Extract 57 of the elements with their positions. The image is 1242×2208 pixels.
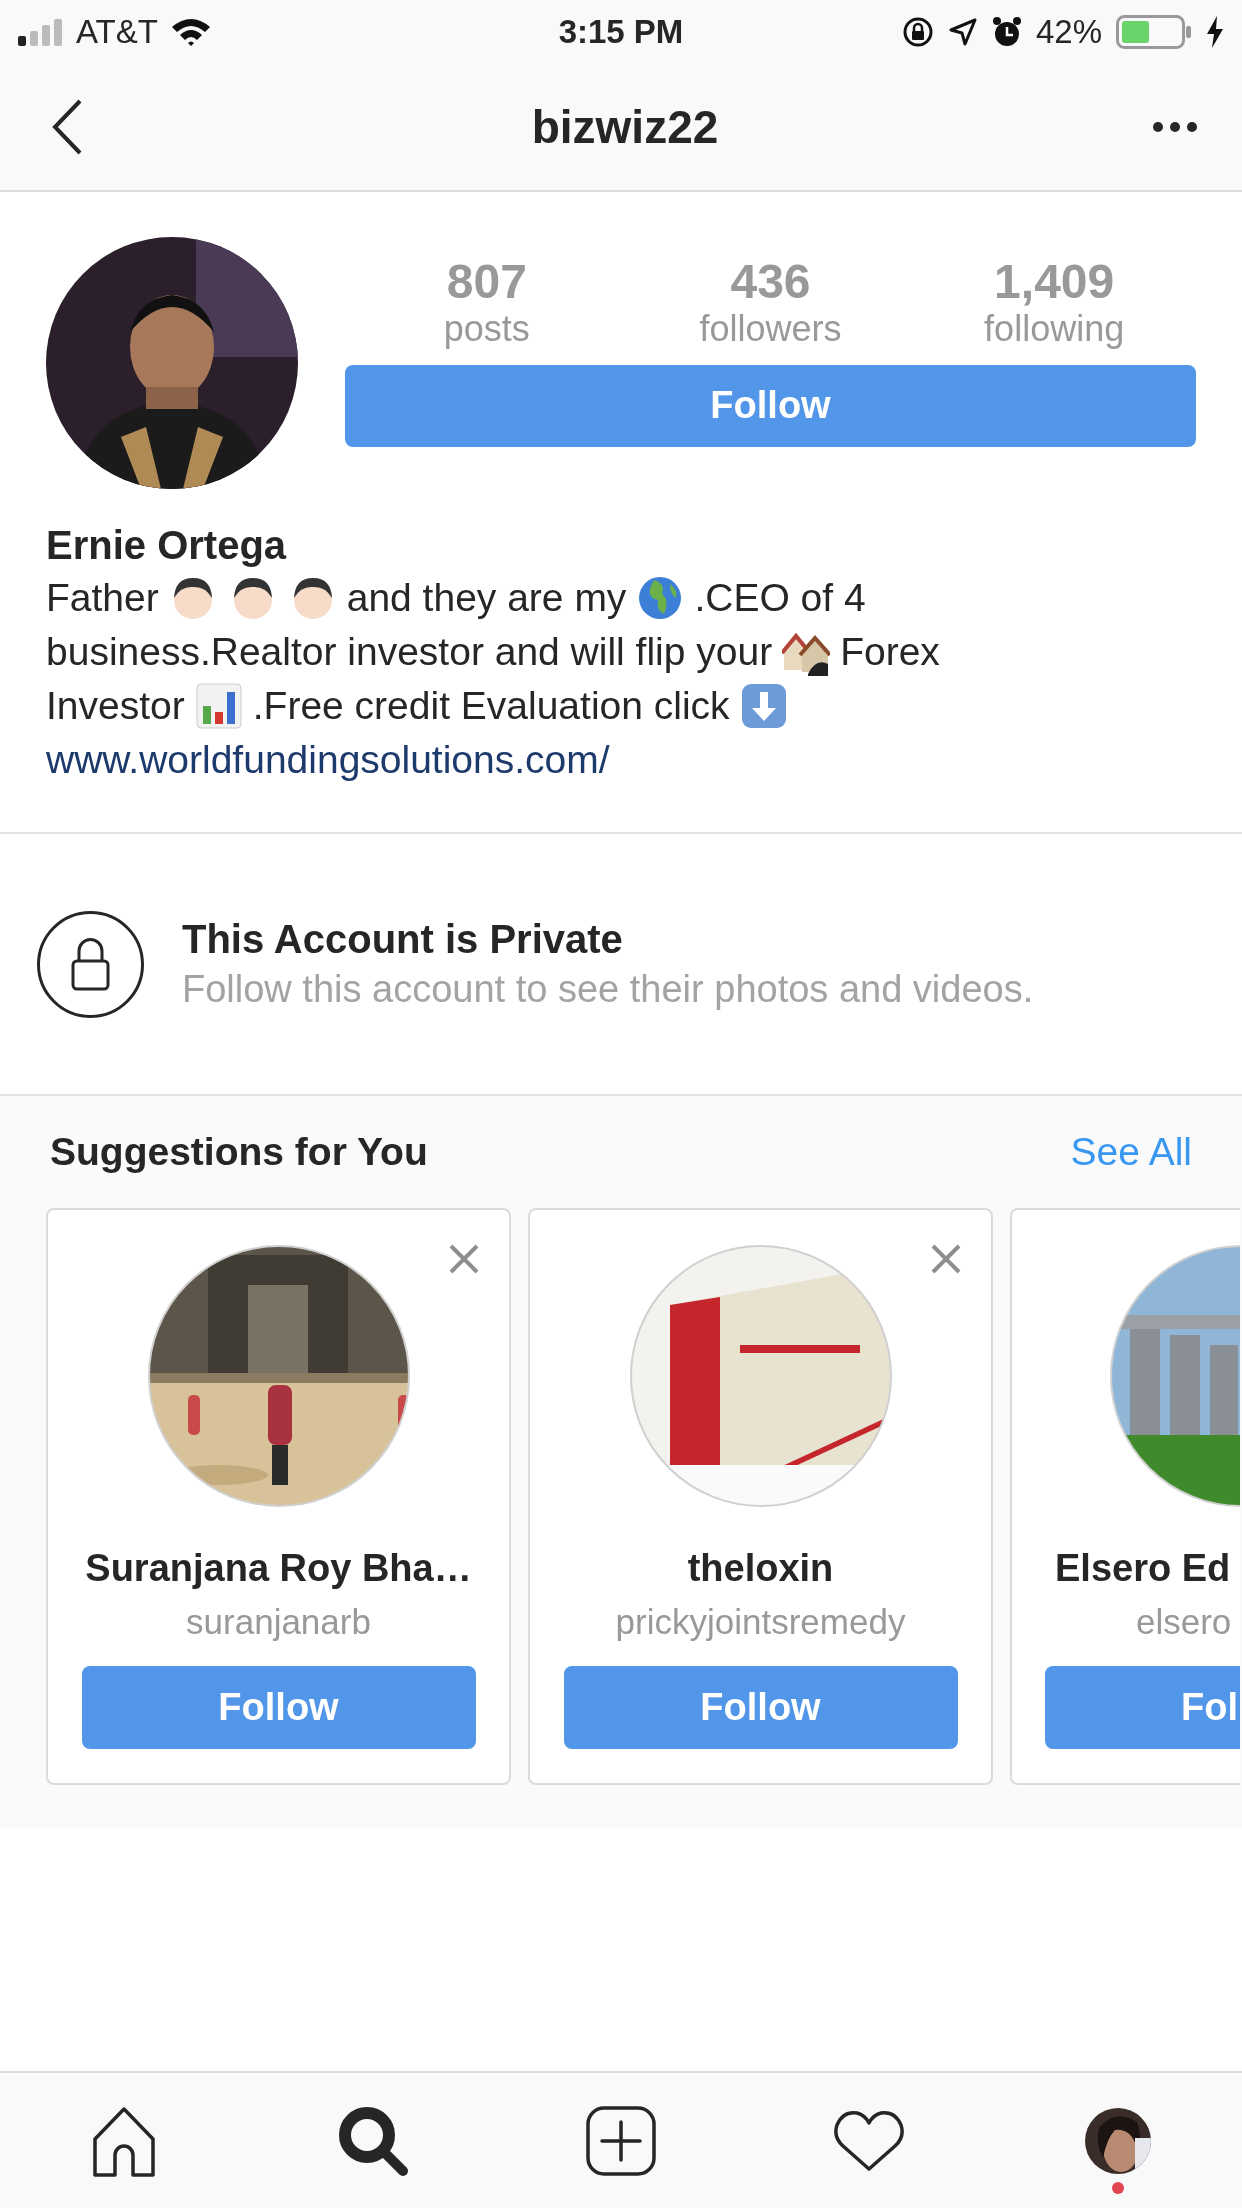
follow-button[interactable]: Fol bbox=[1045, 1666, 1240, 1749]
suggestion-name: Suranjana Roy Bha… bbox=[85, 1546, 472, 1591]
down-arrow-emoji-icon bbox=[739, 682, 788, 730]
section-title: Suggestions for You bbox=[50, 1128, 428, 1175]
back-button[interactable] bbox=[52, 99, 82, 155]
profile-username: bizwiz22 bbox=[531, 99, 719, 155]
follow-button[interactable]: Follow bbox=[81, 1666, 476, 1749]
suggestion-username: suranjanarb bbox=[186, 1601, 371, 1643]
carrier-name: AT&T bbox=[76, 12, 158, 53]
suggestion-username: elsero bbox=[1136, 1601, 1232, 1643]
more-button[interactable] bbox=[1152, 121, 1198, 133]
bar-chart-emoji-icon bbox=[194, 682, 243, 730]
rotation-lock-icon bbox=[901, 16, 934, 48]
home-tab[interactable] bbox=[91, 2104, 158, 2177]
status-time: 3:15 PM bbox=[558, 12, 684, 53]
dismiss-button[interactable] bbox=[929, 1242, 963, 1276]
suggestion-username: prickyjointsremedy bbox=[615, 1601, 906, 1643]
suggestion-name: Elsero Ed bbox=[1055, 1546, 1231, 1591]
bio-text: Father bbox=[46, 575, 159, 621]
add-post-icon bbox=[586, 2105, 656, 2176]
back-icon bbox=[52, 99, 82, 155]
battery-percent: 42% bbox=[1035, 12, 1102, 53]
charging-icon bbox=[1206, 16, 1224, 48]
follow-button[interactable]: Follow bbox=[345, 364, 1196, 447]
stat-label: posts bbox=[442, 307, 531, 351]
private-title: This Account is Private bbox=[182, 916, 624, 963]
bio-text: .Free credit Evaluation click bbox=[252, 683, 730, 729]
battery-icon bbox=[1116, 15, 1192, 49]
more-icon bbox=[1152, 121, 1198, 133]
lock-icon bbox=[37, 910, 144, 1018]
stat-count: 1,409 bbox=[993, 257, 1116, 308]
alarm-icon bbox=[991, 16, 1022, 48]
location-icon bbox=[947, 17, 978, 47]
full-name: Ernie Ortega bbox=[46, 522, 288, 569]
close-icon bbox=[447, 1242, 481, 1276]
bio-text: business.Realtor investor and will flip your bbox=[46, 629, 773, 675]
search-tab[interactable] bbox=[336, 2104, 409, 2177]
bio-text: Investor bbox=[46, 683, 185, 729]
see-all-link[interactable]: See All bbox=[1070, 1122, 1192, 1182]
activity-tab[interactable] bbox=[833, 2108, 906, 2173]
stat-count: 807 bbox=[445, 257, 528, 308]
bio-text: Forex bbox=[840, 629, 940, 675]
close-icon bbox=[929, 1242, 963, 1276]
bio-text: .CEO of 4 bbox=[694, 575, 866, 621]
website-link[interactable]: www.worldfundingsolutions.com/ bbox=[46, 738, 610, 781]
bio-text: and they are my bbox=[346, 575, 627, 621]
dismiss-button[interactable] bbox=[447, 1242, 481, 1276]
signal-icon bbox=[18, 18, 64, 46]
stat-label: following bbox=[983, 307, 1126, 351]
home-icon bbox=[91, 2104, 158, 2177]
heart-icon bbox=[833, 2108, 906, 2173]
stat-count: 436 bbox=[729, 257, 812, 308]
search-icon bbox=[336, 2104, 409, 2177]
follow-button[interactable]: Follow bbox=[563, 1666, 958, 1749]
stat-label: followers bbox=[698, 307, 843, 351]
private-subtitle: Follow this account to see their photos and videos. bbox=[182, 967, 1034, 1012]
suggestion-name: theloxin bbox=[687, 1546, 834, 1591]
